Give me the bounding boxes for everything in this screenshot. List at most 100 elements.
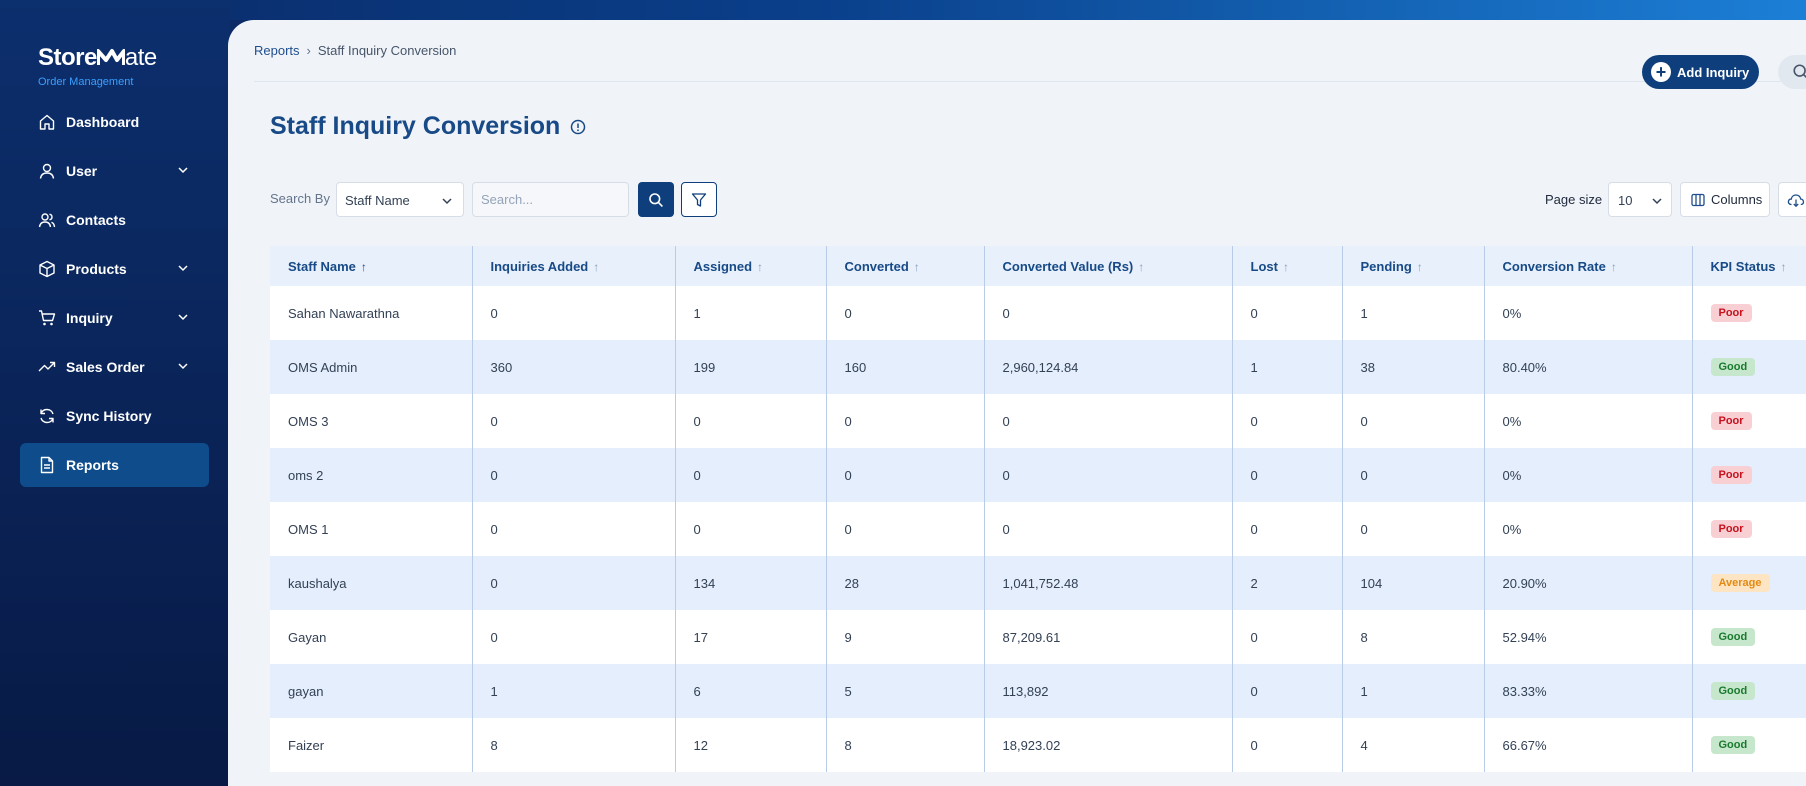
- search-by-select[interactable]: Staff Name: [336, 182, 464, 217]
- sidebar-item-sync-history[interactable]: Sync History: [20, 394, 209, 438]
- search-input[interactable]: [472, 182, 629, 217]
- cell-converted: 0: [826, 286, 985, 340]
- add-inquiry-button[interactable]: + Add Inquiry: [1642, 55, 1759, 89]
- sort-arrow-icon: ↑: [1610, 259, 1617, 274]
- status-badge: Poor: [1710, 412, 1752, 430]
- cell-rate: 0%: [1484, 394, 1693, 448]
- table-body: Sahan Nawarathna 0 1 0 0 0 1 0% Poor OMS Admin 360…: [270, 286, 1806, 772]
- column-header-converted-value-rs[interactable]: Converted Value (Rs) ↑: [984, 246, 1233, 286]
- search-button[interactable]: [638, 182, 674, 217]
- table-row[interactable]: OMS Admin 360 199 160 2,960,124.84 1 38 80.40% G…: [270, 340, 1806, 394]
- cell-lost: 2: [1232, 556, 1343, 610]
- filter-button[interactable]: [681, 182, 717, 217]
- logo-m-mark-icon: [95, 49, 126, 65]
- table-row[interactable]: Gayan 0 17 9 87,209.61 0 8 52.94% Good: [270, 610, 1806, 664]
- cell-converted: 5: [826, 664, 985, 718]
- search-by-value: Staff Name: [345, 193, 410, 208]
- plus-icon: +: [1651, 62, 1671, 82]
- info-icon[interactable]: [570, 119, 586, 135]
- sidebar-item-inquiry[interactable]: Inquiry: [20, 296, 209, 340]
- column-header-label: Conversion Rate: [1502, 258, 1606, 274]
- sidebar-item-reports[interactable]: Reports: [20, 443, 209, 487]
- sidebar-nav: Dashboard User Contacts Products Inquiry Sale…: [20, 100, 209, 492]
- breadcrumb: Reports › Staff Inquiry Conversion: [254, 43, 456, 58]
- cell-rate: 80.40%: [1484, 340, 1693, 394]
- report-icon: [38, 456, 56, 474]
- column-header-label: Assigned: [693, 258, 753, 274]
- sidebar-item-products[interactable]: Products: [20, 247, 209, 291]
- cell-kpi: Average: [1692, 556, 1806, 610]
- filter-icon: [691, 192, 707, 207]
- page-title-text: Staff Inquiry Conversion: [270, 112, 561, 140]
- breadcrumb-reports-link[interactable]: Reports: [254, 43, 300, 58]
- cell-pending: 1: [1342, 664, 1485, 718]
- column-header-pending[interactable]: Pending ↑: [1342, 246, 1485, 286]
- cell-assigned: 0: [675, 502, 827, 556]
- sidebar-item-user[interactable]: User: [20, 149, 209, 193]
- main-content: Reports › Staff Inquiry Conversion + Add…: [228, 20, 1806, 786]
- sidebar-item-dashboard[interactable]: Dashboard: [20, 100, 209, 144]
- cell-converted: 0: [826, 502, 985, 556]
- column-header-label: KPI Status: [1710, 258, 1776, 274]
- table-row[interactable]: OMS 3 0 0 0 0 0 0 0% Poor: [270, 394, 1806, 448]
- cell-added: 8: [472, 718, 676, 772]
- page-size-value: 10: [1618, 193, 1633, 208]
- column-header-assigned[interactable]: Assigned ↑: [675, 246, 827, 286]
- sidebar-item-contacts[interactable]: Contacts: [20, 198, 209, 242]
- cell-kpi: Good: [1692, 718, 1806, 772]
- cell-assigned: 1: [675, 286, 827, 340]
- table-row[interactable]: gayan 1 6 5 113,892 0 1 83.33% Good: [270, 664, 1806, 718]
- sidebar-item-sales-order[interactable]: Sales Order: [20, 345, 209, 389]
- cell-lost: 1: [1232, 340, 1343, 394]
- cell-kpi: Poor: [1692, 394, 1806, 448]
- cell-rate: 52.94%: [1484, 610, 1693, 664]
- chevron-down-icon: [442, 198, 452, 205]
- table-row[interactable]: OMS 1 0 0 0 0 0 0 0% Poor: [270, 502, 1806, 556]
- sync-icon: [38, 407, 56, 425]
- cell-converted: 160: [826, 340, 985, 394]
- table-row[interactable]: kaushalya 0 134 28 1,041,752.48 2 104 20.90% Ave…: [270, 556, 1806, 610]
- chevron-down-icon[interactable]: [177, 311, 189, 323]
- table-row[interactable]: Sahan Nawarathna 0 1 0 0 0 1 0% Poor: [270, 286, 1806, 340]
- column-header-kpi-status[interactable]: KPI Status ↑: [1692, 246, 1806, 286]
- export-button[interactable]: [1778, 182, 1806, 217]
- cell-added: 360: [472, 340, 676, 394]
- columns-button[interactable]: Columns: [1680, 182, 1770, 217]
- cell-lost: 0: [1232, 394, 1343, 448]
- table-row[interactable]: oms 2 0 0 0 0 0 0 0% Poor: [270, 448, 1806, 502]
- status-badge: Good: [1710, 358, 1756, 376]
- cell-assigned: 0: [675, 448, 827, 502]
- chevron-down-icon[interactable]: [177, 262, 189, 274]
- cell-converted: 8: [826, 718, 985, 772]
- page-size-select[interactable]: 10: [1608, 182, 1672, 217]
- sidebar-item-label: Products: [66, 261, 127, 277]
- chevron-down-icon[interactable]: [177, 360, 189, 372]
- cell-assigned: 6: [675, 664, 827, 718]
- status-badge: Good: [1710, 736, 1756, 754]
- cell-pending: 0: [1342, 502, 1485, 556]
- column-header-lost[interactable]: Lost ↑: [1232, 246, 1343, 286]
- status-badge: Good: [1710, 628, 1756, 646]
- cell-kpi: Good: [1692, 340, 1806, 394]
- cell-converted: 9: [826, 610, 985, 664]
- table-header-row: Staff Name ↑ Inquiries Added ↑ Assigned ↑ Conv…: [270, 246, 1806, 286]
- cell-assigned: 12: [675, 718, 827, 772]
- column-header-conversion-rate[interactable]: Conversion Rate ↑: [1484, 246, 1693, 286]
- global-search-button[interactable]: [1778, 55, 1806, 89]
- column-header-label: Pending: [1360, 258, 1412, 274]
- status-badge: Poor: [1710, 304, 1752, 322]
- column-header-label: Inquiries Added: [490, 258, 589, 274]
- cell-kpi: Poor: [1692, 502, 1806, 556]
- sidebar-item-label: Sales Order: [66, 359, 145, 375]
- table-row[interactable]: Faizer 8 12 8 18,923.02 0 4 66.67% Good: [270, 718, 1806, 772]
- chevron-down-icon[interactable]: [177, 164, 189, 176]
- app-logo[interactable]: Store ate: [38, 44, 157, 72]
- cell-assigned: 0: [675, 394, 827, 448]
- column-header-converted[interactable]: Converted ↑: [826, 246, 985, 286]
- cell-added: 1: [472, 664, 676, 718]
- column-header-inquiries-added[interactable]: Inquiries Added ↑: [472, 246, 676, 286]
- column-header-staff-name[interactable]: Staff Name ↑: [270, 246, 473, 286]
- cell-converted: 28: [826, 556, 985, 610]
- cell-assigned: 199: [675, 340, 827, 394]
- sidebar-item-label: User: [66, 163, 98, 179]
